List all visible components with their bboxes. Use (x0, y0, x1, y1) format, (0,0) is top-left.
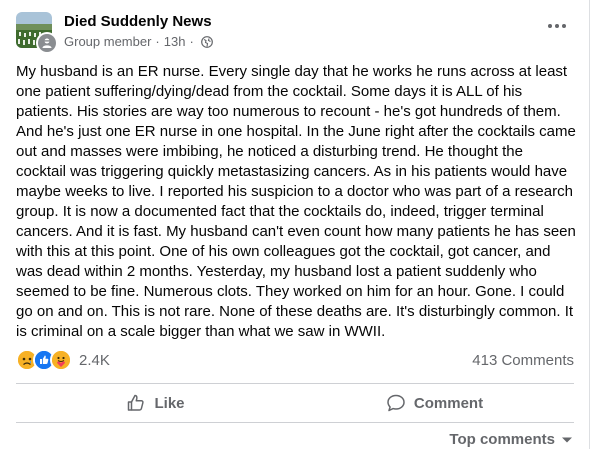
chevron-down-icon (555, 436, 573, 444)
reactions-summary[interactable]: 2.4K (16, 349, 110, 371)
member-badge (36, 32, 58, 54)
top-comments-dropdown[interactable]: Top comments (449, 431, 573, 448)
member-badge-icon (38, 34, 56, 52)
comment-count-link[interactable]: 413 Comments (472, 352, 574, 369)
divider (16, 422, 574, 423)
like-button-label: Like (154, 394, 185, 412)
comment-button[interactable]: Comment (295, 386, 574, 420)
post-timestamp[interactable]: 13h (164, 33, 186, 51)
group-avatar[interactable] (16, 12, 58, 54)
post-subline: Group member · 13h · (64, 33, 213, 51)
post-card: Died Suddenly News Group member · 13h · (0, 0, 590, 449)
more-options-icon[interactable] (541, 14, 573, 38)
post-body-text: My husband is an ER nurse. Every single … (16, 63, 576, 340)
separator-dot: · (155, 34, 160, 49)
member-role: Group member (64, 34, 152, 49)
care-reaction-icon (50, 349, 72, 371)
group-name-link[interactable]: Died Suddenly News (64, 12, 213, 32)
reaction-count[interactable]: 2.4K (79, 352, 110, 369)
post-actions: Like Comment (16, 386, 574, 420)
globe-icon[interactable] (200, 36, 213, 48)
comment-button-label: Comment (413, 394, 484, 412)
thumbs-up-icon (126, 393, 154, 413)
comment-icon (386, 393, 414, 413)
post-header: Died Suddenly News Group member · 13h · (16, 12, 213, 54)
post-meta: Died Suddenly News Group member · 13h · (64, 12, 213, 51)
separator-dot: · (189, 34, 194, 49)
like-button[interactable]: Like (16, 386, 295, 420)
top-comments-label: Top comments (449, 431, 555, 448)
post-stats: 2.4K 413 Comments (16, 349, 574, 371)
divider (16, 383, 574, 384)
